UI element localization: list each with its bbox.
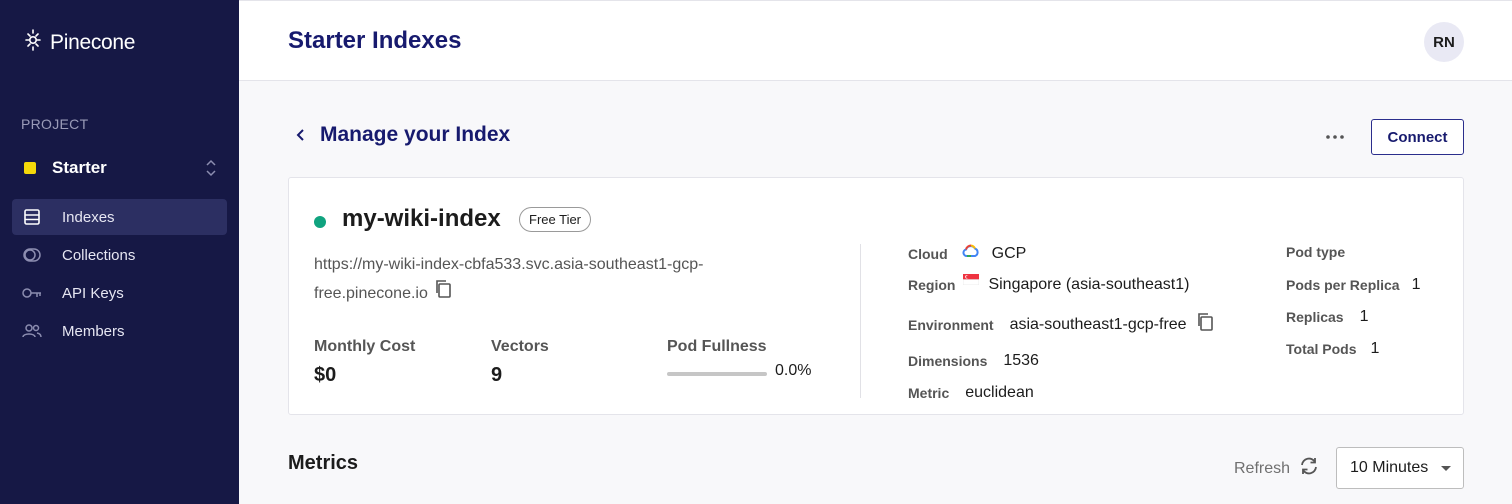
dimensions-label: Dimensions — [908, 353, 988, 369]
avatar[interactable]: RN — [1424, 22, 1464, 62]
manage-index-title: Manage your Index — [320, 123, 511, 146]
card-divider — [860, 244, 861, 398]
collections-icon — [22, 245, 42, 265]
time-range-value: 10 Minutes — [1350, 459, 1429, 476]
time-range-select[interactable]: 10 Minutes — [1336, 447, 1464, 489]
tier-badge: Free Tier — [519, 207, 592, 232]
project-section-label: PROJECT — [21, 116, 89, 132]
sidebar-item-label: Indexes — [62, 208, 115, 226]
refresh-icon — [1298, 456, 1320, 481]
sidebar: Pinecone PROJECT Starter Indexes Collect… — [0, 0, 239, 504]
sidebar-item-label: Collections — [62, 246, 136, 264]
page-title: Starter Indexes — [288, 27, 462, 54]
chevron-up-down-icon — [205, 159, 217, 182]
metrics-title: Metrics — [288, 452, 359, 474]
gcp-logo-icon — [962, 244, 980, 263]
dimensions-value: 1536 — [1003, 352, 1039, 369]
project-color-swatch — [24, 162, 36, 174]
replicas-value: 1 — [1359, 308, 1369, 325]
cloud-row: Cloud GCP — [908, 244, 1026, 263]
sidebar-item-label: Members — [62, 322, 125, 340]
pod-fullness-value: 0.0% — [775, 362, 812, 379]
dimensions-row: Dimensions 1536 — [908, 352, 1039, 370]
pod-type-label: Pod type — [1286, 244, 1346, 260]
index-host-url: https://my-wiki-index-cbfa533.svc.asia-s… — [314, 250, 764, 309]
index-url-text: https://my-wiki-index-cbfa533.svc.asia-s… — [314, 256, 704, 303]
sidebar-item-api-keys[interactable]: API Keys — [12, 275, 227, 311]
back-chevron-icon[interactable] — [294, 126, 306, 149]
total-pods-row: Total Pods 1 — [1286, 340, 1379, 358]
pinecone-logo-icon — [22, 28, 44, 57]
more-options-button[interactable] — [1322, 126, 1348, 148]
copy-icon[interactable] — [434, 279, 452, 309]
connect-button[interactable]: Connect — [1371, 119, 1464, 155]
refresh-label: Refresh — [1234, 459, 1291, 477]
region-value: Singapore (asia-southeast1) — [988, 276, 1190, 293]
region-row: Region Singapore (asia-southeast1) — [908, 274, 1190, 294]
pod-fullness-label: Pod Fullness — [667, 338, 767, 355]
sidebar-item-label: API Keys — [62, 284, 124, 302]
monthly-cost-value: $0 — [314, 364, 337, 386]
replicas-label: Replicas — [1286, 309, 1344, 325]
pod-fullness-bar — [667, 372, 767, 376]
pinecone-logo[interactable]: Pinecone — [22, 28, 135, 57]
logo-text: Pinecone — [50, 30, 136, 54]
monthly-cost-label: Monthly Cost — [314, 338, 416, 355]
refresh-button[interactable]: Refresh — [1234, 456, 1320, 481]
vectors-stat: Vectors 9 — [491, 338, 549, 387]
metric-row: Metric euclidean — [908, 384, 1034, 402]
index-name: my-wiki-index — [342, 205, 501, 232]
pod-fullness-stat: Pod Fullness — [667, 338, 767, 356]
sidebar-item-indexes[interactable]: Indexes — [12, 199, 227, 235]
cloud-value: GCP — [991, 244, 1027, 262]
vectors-label: Vectors — [491, 338, 549, 355]
monthly-cost-stat: Monthly Cost $0 — [314, 338, 415, 387]
project-selector[interactable]: Starter — [12, 150, 227, 186]
copy-icon[interactable] — [1196, 312, 1214, 337]
vectors-value: 9 — [491, 364, 503, 386]
environment-value: asia-southeast1-gcp-free — [1009, 315, 1187, 333]
indexes-icon — [22, 207, 42, 227]
pods-per-replica-label: Pods per Replica — [1286, 277, 1400, 293]
metric-value: euclidean — [965, 384, 1034, 401]
region-label: Region — [908, 277, 956, 293]
caret-down-icon — [1441, 466, 1451, 471]
cloud-label: Cloud — [908, 245, 948, 262]
metric-label: Metric — [908, 385, 950, 401]
members-icon — [22, 321, 42, 341]
sidebar-item-collections[interactable]: Collections — [12, 237, 227, 273]
environment-label: Environment — [908, 316, 994, 333]
total-pods-value: 1 — [1370, 340, 1380, 357]
pod-type-row: Pod type — [1286, 244, 1357, 260]
sidebar-item-members[interactable]: Members — [12, 313, 227, 349]
pods-per-replica-value: 1 — [1411, 276, 1421, 293]
singapore-flag-icon — [963, 272, 980, 290]
total-pods-label: Total Pods — [1286, 341, 1357, 357]
top-header: Starter Indexes RN — [239, 0, 1512, 81]
pods-per-replica-row: Pods per Replica 1 — [1286, 276, 1421, 294]
replicas-row: Replicas 1 — [1286, 308, 1369, 326]
environment-row: Environment asia-southeast1-gcp-free — [908, 312, 1214, 337]
more-horizontal-icon — [1326, 135, 1344, 139]
index-card: my-wiki-index Free Tier https://my-wiki-… — [288, 177, 1464, 415]
project-name: Starter — [52, 158, 107, 177]
key-icon — [22, 283, 42, 303]
status-indicator — [314, 216, 326, 228]
